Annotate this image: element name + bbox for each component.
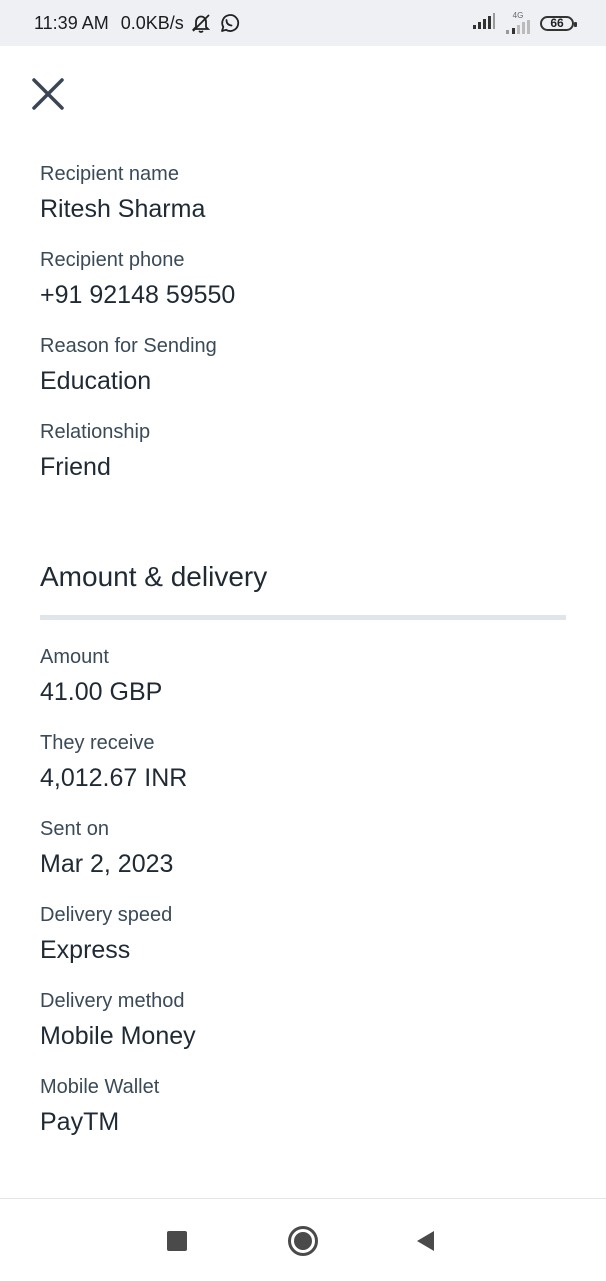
status-time: 11:39 AM [34, 12, 109, 33]
they-receive-field: They receive 4,012.67 INR [40, 731, 187, 793]
field-value: Education [40, 367, 152, 395]
field-value: Ritesh Sharma [40, 195, 206, 223]
close-button[interactable] [28, 74, 68, 114]
field-value: Mar 2, 2023 [40, 850, 174, 878]
back-triangle-icon[interactable] [414, 1229, 436, 1253]
field-value: PayTM [40, 1108, 120, 1136]
sent-on-field: Sent on Mar 2, 2023 [40, 817, 173, 879]
close-icon [32, 78, 64, 110]
section-title-amount-delivery: Amount & delivery [40, 561, 268, 592]
field-label: Delivery speed [40, 904, 173, 926]
battery-level: 66 [550, 16, 564, 30]
mobile-wallet-field: Mobile Wallet PayTM [40, 1075, 159, 1137]
field-label: Mobile Wallet [40, 1076, 160, 1098]
field-value: Express [40, 936, 131, 964]
field-value: 41.00 GBP [40, 678, 163, 706]
home-circle-icon[interactable] [287, 1225, 319, 1257]
lte-signal-icon: 4G [504, 12, 532, 34]
field-label: Reason for Sending [40, 335, 217, 357]
field-label: Relationship [40, 421, 151, 443]
section-divider [40, 615, 566, 620]
whatsapp-icon [218, 12, 240, 34]
recents-square-icon[interactable] [167, 1231, 187, 1251]
relationship-field: Relationship Friend [40, 420, 150, 482]
field-label: They receive [40, 732, 155, 754]
recipient-name-field: Recipient name Ritesh Sharma [40, 162, 205, 224]
battery-icon: 66 [540, 15, 577, 31]
field-value: +91 92148 59550 [40, 281, 236, 309]
amount-field: Amount 41.00 GBP [40, 645, 162, 707]
delivery-speed-field: Delivery speed Express [40, 903, 172, 965]
field-value: 4,012.67 INR [40, 764, 188, 792]
recipient-phone-field: Recipient phone +91 92148 59550 [40, 248, 235, 310]
delivery-method-field: Delivery method Mobile Money [40, 989, 196, 1051]
field-label: Amount [40, 646, 109, 668]
field-label: Delivery method [40, 990, 185, 1012]
status-network-speed: 0.0KB/s [120, 12, 184, 33]
field-value: Mobile Money [40, 1022, 196, 1050]
field-label: Sent on [40, 818, 109, 840]
signal-icon [472, 12, 496, 34]
system-nav-bar [0, 1198, 606, 1281]
field-label: Recipient name [40, 163, 179, 185]
reason-field: Reason for Sending Education [40, 334, 217, 396]
status-bar: 11:39 AM 0.0KB/s 4G 66 [0, 0, 606, 46]
mute-bell-icon [190, 12, 212, 34]
field-value: Friend [40, 453, 111, 481]
field-label: Recipient phone [40, 249, 185, 271]
network-type-label: 4G [512, 11, 524, 20]
